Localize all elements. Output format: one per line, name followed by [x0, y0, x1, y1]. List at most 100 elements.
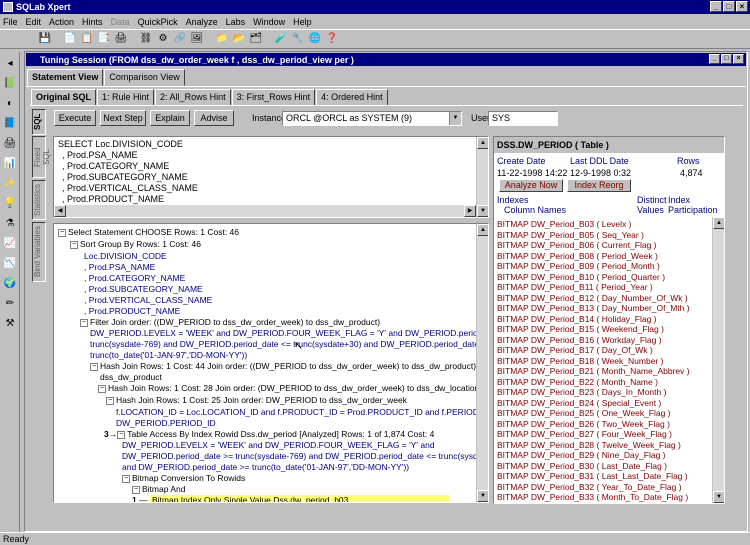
- plan-select-statement[interactable]: − Select Statement CHOOSE Rows: 1 Cost: 4…: [58, 227, 239, 238]
- tune-icon[interactable]: 🔧: [291, 32, 305, 46]
- index-item[interactable]: BITMAP DW_Period_B15 ( Weekend_Flag ): [497, 324, 664, 334]
- index-item[interactable]: BITMAP DW_Period_B21 ( Month_Name_Abbrev…: [497, 366, 690, 376]
- folder-open-icon[interactable]: 📂: [232, 32, 246, 46]
- index-item[interactable]: BITMAP DW_Period_B03 ( Levelx ): [497, 219, 631, 229]
- menu-help[interactable]: Help: [293, 17, 312, 27]
- stats-icon[interactable]: 📈: [3, 237, 17, 251]
- tab-rule-hint[interactable]: 1: Rule Hint: [97, 89, 155, 106]
- print-icon[interactable]: 🖨: [114, 32, 128, 46]
- plan-table-access[interactable]: 3→ − Table Access By Index Rowid Dss.dw_pe…: [104, 429, 434, 440]
- graph-icon[interactable]: 📉: [3, 257, 17, 271]
- index-vscroll[interactable]: ▲ ▼: [712, 217, 724, 503]
- tab-statement-view[interactable]: Statement View: [27, 69, 104, 86]
- close-button[interactable]: ×: [736, 1, 748, 12]
- index-item[interactable]: BITMAP DW_Period_B14 ( Holiday_Flag ): [497, 314, 657, 324]
- image-icon[interactable]: 🖼: [190, 32, 204, 46]
- index-item[interactable]: BITMAP DW_Period_B12 ( Day_Number_Of_Wk …: [497, 293, 688, 303]
- explain-button[interactable]: Explain: [150, 110, 190, 126]
- tab-original-sql[interactable]: Original SQL: [31, 89, 97, 106]
- scroll-up-icon[interactable]: ▲: [713, 217, 724, 229]
- lab-icon[interactable]: 🧪: [274, 32, 288, 46]
- hierarchy-icon[interactable]: ⚙: [156, 32, 170, 46]
- execution-plan-tree[interactable]: − Select Statement CHOOSE Rows: 1 Cost: 4…: [53, 223, 489, 503]
- globe-nav-icon[interactable]: 🌍: [3, 277, 17, 291]
- index-item[interactable]: BITMAP DW_Period_B27 ( Four_Week_Flag ): [497, 429, 672, 439]
- index-item[interactable]: BITMAP DW_Period_B11 ( Period_Year ): [497, 282, 653, 292]
- tab-ordered-hint[interactable]: 4: Ordered Hint: [316, 89, 388, 106]
- instance-select[interactable]: ORCL @ORCL as SYSTEM (9) ▼: [282, 111, 462, 126]
- scroll-left-icon[interactable]: ◀: [54, 205, 66, 217]
- index-item[interactable]: BITMAP DW_Period_B05 ( Seq_Year ): [497, 230, 644, 240]
- menu-edit[interactable]: Edit: [26, 17, 42, 27]
- plan-hash-join-3[interactable]: − Hash Join Rows: 1 Cost: 25 Join order: …: [106, 395, 407, 406]
- maximize-button[interactable]: □: [723, 1, 735, 12]
- printer-icon[interactable]: 🖨: [3, 137, 17, 151]
- index-list[interactable]: BITMAP DW_Period_B03 ( Levelx ) BITMAP D…: [494, 217, 712, 503]
- book-icon[interactable]: 📘: [3, 117, 17, 131]
- analyze-now-button[interactable]: Analyze Now: [499, 179, 563, 192]
- explain-icon[interactable]: 📋: [80, 32, 94, 46]
- index-item[interactable]: BITMAP DW_Period_B28 ( Twelve_Week_Flag …: [497, 440, 681, 450]
- pointer-icon[interactable]: ◂: [3, 57, 17, 71]
- scroll-up-icon[interactable]: ▲: [477, 224, 488, 236]
- open-sql-icon[interactable]: 📄: [63, 32, 77, 46]
- index-item[interactable]: BITMAP DW_Period_B06 ( Current_Flag ): [497, 240, 657, 250]
- menu-analyze[interactable]: Analyze: [186, 17, 218, 27]
- scroll-down-icon[interactable]: ▼: [477, 205, 488, 217]
- filter-icon[interactable]: ⚗: [3, 217, 17, 231]
- scroll-down-icon[interactable]: ▼: [713, 491, 724, 503]
- index-item[interactable]: BITMAP DW_Period_B16 ( Workday_Flag ): [497, 335, 662, 345]
- index-item[interactable]: BITMAP DW_Period_B10 ( Period_Quarter ): [497, 272, 665, 282]
- index-item[interactable]: BITMAP DW_Period_B18 ( Week_Number ): [497, 356, 663, 366]
- menu-data[interactable]: Data: [111, 17, 130, 27]
- execute-button[interactable]: Execute: [54, 110, 96, 126]
- side-tab-fixed-sql[interactable]: Fixed SQL: [32, 136, 51, 178]
- plan-bitmap-conversion[interactable]: − Bitmap Conversion To Rowids: [122, 473, 245, 484]
- sql-vscroll[interactable]: ▲ ▼: [476, 137, 488, 217]
- sql-editor[interactable]: SELECT Loc.DIVISION_CODE , Prod.PSA_NAME…: [53, 136, 489, 218]
- menu-action[interactable]: Action: [49, 17, 74, 27]
- menu-window[interactable]: Window: [253, 17, 285, 27]
- menu-file[interactable]: File: [3, 17, 18, 27]
- index-item[interactable]: BITMAP DW_Period_B31 ( Last_Last_Date_Fl…: [497, 471, 688, 481]
- network-icon[interactable]: 🔗: [173, 32, 187, 46]
- dropdown-arrow-icon[interactable]: ▼: [449, 112, 461, 125]
- plan-vscroll[interactable]: ▲ ▼: [476, 224, 488, 502]
- tab-first-rows-hint[interactable]: 3: First_Rows Hint: [231, 89, 316, 106]
- side-tab-bind-variables[interactable]: Bind Variables: [32, 222, 46, 282]
- folder-icon[interactable]: 📁: [215, 32, 229, 46]
- sql-hscroll[interactable]: ◀ ▶: [54, 205, 476, 217]
- plan-hash-join-1[interactable]: − Hash Join Rows: 1 Cost: 44 Join order: …: [90, 361, 476, 372]
- menu-hints[interactable]: Hints: [82, 17, 103, 27]
- index-item[interactable]: BITMAP DW_Period_B29 ( Nine_Day_Flag ): [497, 450, 666, 460]
- index-item[interactable]: BITMAP DW_Period_B17 ( Day_Of_Wk ): [497, 345, 653, 355]
- wand-icon[interactable]: ✨: [3, 177, 17, 191]
- tab-all-rows-hint[interactable]: 2: All_Rows Hint: [155, 89, 231, 106]
- index-item[interactable]: BITMAP DW_Period_B33 ( Month_To_Date_Fla…: [497, 492, 688, 502]
- index-item[interactable]: BITMAP DW_Period_B23 ( Days_In_Month ): [497, 387, 666, 397]
- side-tab-statistics[interactable]: Statistics: [32, 180, 46, 220]
- advise-button[interactable]: Advise: [194, 110, 234, 126]
- menu-quickpick[interactable]: QuickPick: [138, 17, 178, 27]
- chart-icon[interactable]: 📊: [3, 157, 17, 171]
- tool-icon[interactable]: ⚒: [3, 317, 17, 331]
- plan-sort-group-by[interactable]: − Sort Group By Rows: 1 Cost: 46: [70, 239, 201, 250]
- user-field[interactable]: SYS: [488, 111, 558, 126]
- index-item[interactable]: BITMAP DW_Period_B25 ( One_Week_Flag ): [497, 408, 671, 418]
- minimize-button[interactable]: _: [710, 1, 722, 12]
- index-item[interactable]: BITMAP DW_Period_B08 ( Period_Week ): [497, 251, 658, 261]
- pencil-icon[interactable]: ✏: [3, 297, 17, 311]
- index-item[interactable]: BITMAP DW_Period_B09 ( Period_Month ): [497, 261, 660, 271]
- save-icon[interactable]: 💾: [38, 32, 52, 46]
- index-item[interactable]: BITMAP DW_Period_B13 ( Day_Number_Of_Mth…: [497, 303, 690, 313]
- tree-icon[interactable]: ⛓: [139, 32, 153, 46]
- lightbulb-icon[interactable]: 💡: [3, 197, 17, 211]
- record-icon[interactable]: ◐: [3, 97, 17, 111]
- index-item[interactable]: BITMAP DW_Period_B32 ( Year_To_Date_Flag…: [497, 482, 682, 492]
- index-reorg-button[interactable]: Index Reorg: [567, 179, 631, 192]
- folder-star-icon[interactable]: 🗂: [249, 32, 263, 46]
- plan-bitmap-index[interactable]: 1 — Bitmap Index Only Single Value Dss.d…: [132, 495, 474, 502]
- scroll-up-icon[interactable]: ▲: [477, 137, 488, 149]
- session-icon[interactable]: 📗: [3, 77, 17, 91]
- child-minimize-button[interactable]: _: [709, 54, 720, 64]
